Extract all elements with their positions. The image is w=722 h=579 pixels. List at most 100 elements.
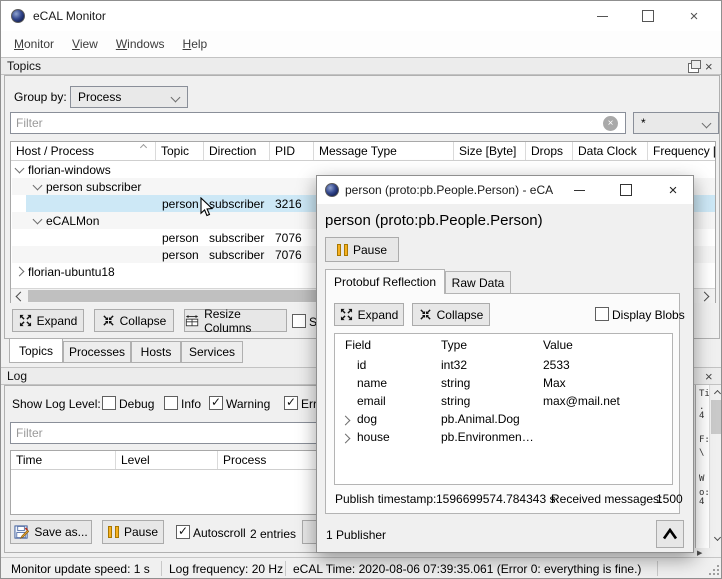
status-separator [161,561,162,576]
field-name[interactable]: name [357,376,387,390]
dialog-maximize-button[interactable] [604,176,648,204]
dialog-pause-button[interactable]: Pause [325,237,399,262]
menu-help[interactable]: Help [174,33,217,55]
process-label: eCALMon [46,214,99,228]
menu-monitor[interactable]: Monitor [5,33,63,55]
dialog-collapse-button[interactable]: Collapse [412,303,490,326]
direction-cell: subscriber [209,248,264,262]
expanded-chevron-icon[interactable] [33,215,43,225]
col-pid[interactable]: PID [270,142,314,160]
group-by-value: Process [78,90,121,104]
clear-filter-icon[interactable]: × [603,116,618,131]
dialog-titlebar[interactable]: person (proto:pb.People.Person) - eCA… × [317,176,693,204]
autoscroll-checkbox[interactable]: ✓ [176,525,190,539]
close-button[interactable]: × [671,1,717,31]
info-checkbox[interactable] [164,396,178,410]
tab-topics[interactable]: Topics [9,339,63,363]
log-dock-close-icon[interactable]: × [705,370,713,383]
group-by-combobox[interactable]: Process [70,86,188,108]
chevron-down-icon [702,119,712,129]
tab-services[interactable]: Services [181,341,243,363]
menu-windows[interactable]: Windows [107,33,174,55]
col-topic[interactable]: Topic [156,142,204,160]
col-time[interactable]: Time [11,451,116,469]
error-checkbox[interactable]: ✓ [284,396,298,410]
expanded-chevron-icon[interactable] [15,164,25,174]
topics-filter-input[interactable] [10,112,626,134]
close-icon: × [690,9,699,24]
show-checkbox[interactable] [292,314,306,328]
field-name[interactable]: dog [357,412,377,426]
close-icon: × [669,183,678,198]
col-direction[interactable]: Direction [204,142,270,160]
title-bar[interactable]: eCAL Monitor × [1,1,721,31]
collapsed-chevron-icon[interactable] [15,267,25,277]
col-field[interactable]: Field [345,338,371,352]
topics-dock-title: Topics [7,59,41,73]
col-frequency[interactable]: Frequency [ [648,142,715,160]
collapsed-chevron-icon[interactable] [341,434,351,444]
scroll-to-top-button[interactable] [656,520,684,548]
field-name[interactable]: email [357,394,386,408]
scroll-left-icon[interactable] [16,292,26,302]
col-value[interactable]: Value [543,338,573,352]
scrollbar-thumb[interactable] [711,400,722,434]
display-blobs-checkbox[interactable] [595,307,609,321]
collapsed-chevron-icon[interactable] [341,416,351,426]
tab-processes[interactable]: Processes [63,341,131,363]
field-value: max@mail.net [543,394,620,408]
tab-hosts[interactable]: Hosts [131,341,181,363]
scroll-right-icon[interactable]: ▶ [697,549,702,557]
topics-dock-close-icon[interactable]: × [705,60,713,73]
display-blobs-label: Display Blobs [612,308,685,322]
dialog-close-button[interactable]: × [651,176,695,204]
save-as-label: Save as... [34,525,87,539]
field-name[interactable]: id [357,358,366,372]
dialog-expand-button[interactable]: Expand [334,303,404,326]
log-pause-button[interactable]: Pause [102,520,164,544]
menu-view[interactable]: View [63,33,107,55]
minimize-icon [597,16,608,17]
field-type: string [441,376,470,390]
collapse-button[interactable]: Collapse [94,309,174,332]
filter-mode-combobox[interactable]: * [633,112,719,134]
col-data-clock[interactable]: Data Clock [573,142,648,160]
resize-columns-label: Resize Columns [204,307,286,335]
scroll-up-icon[interactable] [714,390,721,397]
debug-label: Debug [119,397,154,411]
expand-label: Expand [37,314,78,328]
save-as-button[interactable]: Save as... [10,520,92,544]
debug-checkbox[interactable] [102,396,116,410]
resize-columns-button[interactable]: Resize Columns [184,309,287,332]
check-icon: ✓ [211,395,221,409]
dock-float-icon[interactable] [688,63,699,73]
tab-label: Services [189,345,235,359]
col-type[interactable]: Type [441,338,467,352]
topics-table-header: Host / Process Topic Direction PID Messa… [11,142,715,161]
tab-raw-data[interactable]: Raw Data [445,271,511,294]
col-message-type[interactable]: Message Type [314,142,454,160]
warning-checkbox[interactable]: ✓ [209,396,223,410]
expand-button[interactable]: Expand [12,309,84,332]
col-size[interactable]: Size [Byte] [454,142,526,160]
dialog-window-title: person (proto:pb.People.Person) - eCA… [345,183,553,197]
topic-cell: person [162,248,199,262]
pid-cell: 7076 [275,248,302,262]
scroll-down-icon[interactable] [714,534,721,541]
field-name[interactable]: house [357,430,390,444]
scroll-right-icon[interactable] [700,292,710,302]
resize-grip[interactable] [709,573,711,575]
dialog-minimize-button[interactable] [557,176,601,204]
col-level[interactable]: Level [116,451,218,469]
topic-cell: person [162,197,199,211]
collapse-arrows-icon [419,308,432,321]
expanded-chevron-icon[interactable] [33,181,43,191]
app-icon [325,183,339,197]
vertical-scrollbar[interactable] [709,385,722,548]
col-host-process[interactable]: Host / Process [11,142,156,160]
field-type: int32 [441,358,467,372]
maximize-button[interactable] [625,1,671,31]
col-drops[interactable]: Drops [526,142,573,160]
minimize-button[interactable] [579,1,625,31]
tab-protobuf-reflection[interactable]: Protobuf Reflection [325,269,445,294]
